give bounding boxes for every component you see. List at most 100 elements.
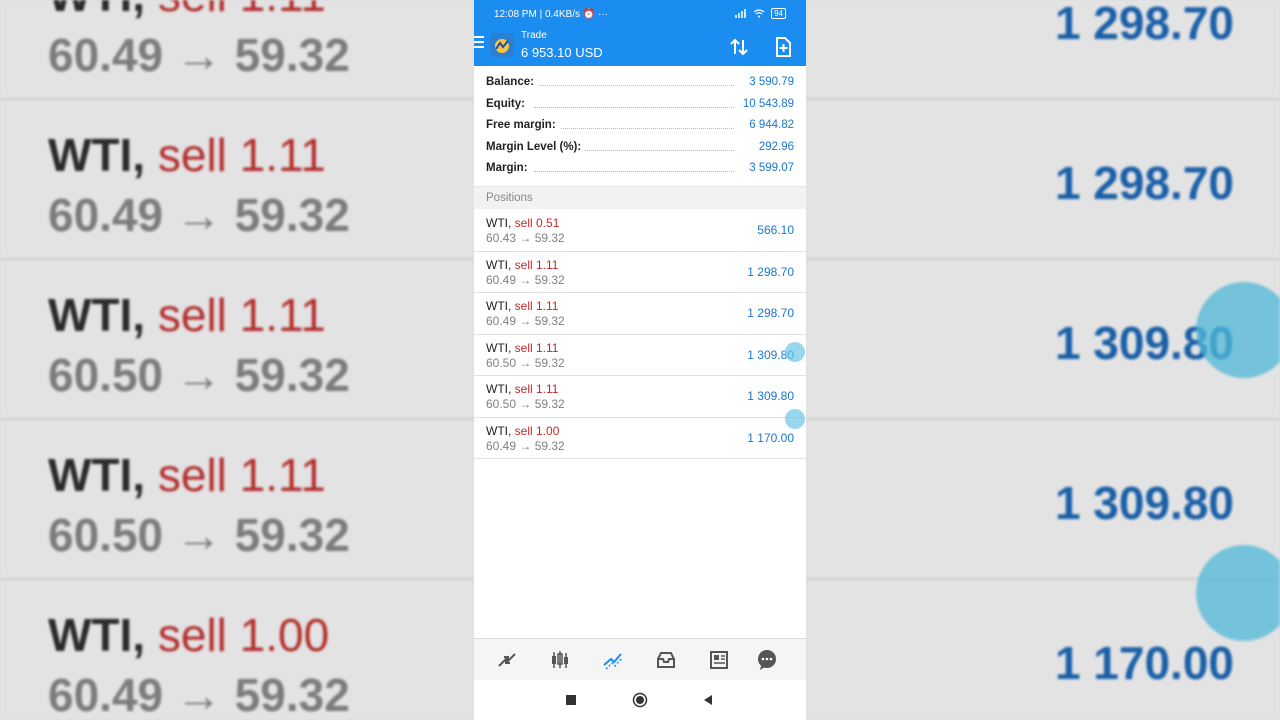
position-symbol: WTI, [486, 299, 512, 313]
bg-row: WTI, sell 1.00 60.49 → 59.32 [0, 580, 474, 720]
bottom-nav [474, 638, 806, 680]
summary-value: 6 944.82 [745, 119, 794, 131]
position-side: sell 1.11 [514, 257, 559, 272]
background-zoom-left: WTI, sell 1.11 60.49 → 59.32 WTI, sell 1… [0, 0, 474, 720]
position-prices: 60.49 → 59.32 [486, 438, 565, 453]
summary-value: 3 590.79 [745, 76, 794, 88]
summary-value: 3 599.07 [745, 162, 794, 174]
bg-row: WTI, sell 1.11 60.49 → 59.32 [0, 100, 474, 260]
position-row[interactable]: WTI, sell 0.51 60.43 → 59.32 566.10 [474, 210, 806, 252]
bg-side: sell 1.11 [157, 129, 326, 181]
summary-row-balance: Balance: 3 590.79 [474, 72, 806, 94]
chat-icon[interactable] [756, 649, 778, 671]
page-title: Trade [521, 30, 547, 41]
chart-icon[interactable] [549, 649, 571, 671]
bg-symbol: WTI, [48, 609, 146, 661]
positions-list: WTI, sell 0.51 60.43 → 59.32 566.10 WTI,… [474, 210, 806, 459]
position-symbol: WTI, [486, 423, 512, 438]
positions-header: Positions [474, 186, 806, 209]
menu-icon[interactable] [474, 36, 484, 48]
position-symbol: WTI, [486, 257, 512, 272]
summary-row-margin-level: Margin Level (%): 292.96 [474, 137, 806, 159]
summary-label: Equity: [486, 97, 529, 110]
bg-row: 1 298.70 [806, 100, 1280, 260]
position-prices: 60.43 → 59.32 [486, 231, 565, 245]
wifi-icon [753, 9, 765, 18]
status-text: 12:08 PM | 0.4KB/s [494, 9, 580, 20]
bg-side: sell 1.11 [158, 0, 326, 21]
summary-label: Free margin: [486, 119, 560, 131]
background-zoom-right: 1 298.70 1 298.70 1 309.80 1 309.80 1 17… [806, 0, 1280, 720]
alarm-icon: ⏰ [582, 9, 596, 20]
signal-icon [735, 9, 747, 18]
bg-profit: 1 170.00 [1054, 637, 1234, 689]
position-row[interactable]: WTI, sell 1.11 60.49 → 59.32 1 298.70 [474, 293, 806, 335]
phone-screen: 12:08 PM | 0.4KB/s ⏰ ··· 94 Trade 6 953.… [474, 0, 806, 720]
bg-symbol: WTI, [48, 449, 146, 501]
position-profit: 1 298.70 [747, 264, 794, 279]
recents-icon[interactable] [563, 692, 579, 708]
summary-row-equity: Equity: 10 543.89 [474, 94, 806, 116]
bg-symbol: WTI, [48, 0, 145, 21]
bg-side: sell 1.11 [157, 449, 326, 501]
new-order-icon[interactable] [772, 36, 794, 58]
summary-label: Balance: [486, 76, 538, 88]
summary-value: 10 543.89 [738, 97, 794, 110]
bg-symbol: WTI, [48, 289, 146, 341]
position-symbol: WTI, [486, 382, 512, 396]
system-nav [474, 680, 806, 720]
news-icon[interactable] [708, 649, 730, 671]
account-summary: Balance: 3 590.79 Equity: 10 543.89 Free m… [474, 72, 806, 180]
position-profit: 1 170.00 [747, 430, 794, 445]
bg-prices: 60.50 → 59.32 [48, 349, 350, 401]
bg-prices: 60.50 → 59.32 [48, 509, 350, 561]
sort-icon[interactable] [728, 36, 750, 58]
bg-profit: 1 298.70 [1054, 0, 1234, 49]
floating-bubble-icon[interactable] [785, 342, 805, 362]
more-notifications: ··· [598, 9, 608, 20]
bg-profit: 1 309.80 [1054, 477, 1234, 529]
status-icons: 94 [735, 8, 786, 19]
battery-icon: 94 [771, 8, 786, 19]
home-icon[interactable] [632, 692, 648, 708]
bg-row: WTI, sell 1.11 60.50 → 59.32 [0, 260, 474, 420]
bg-row: WTI, sell 1.11 60.49 → 59.32 [0, 0, 474, 100]
app-header: 12:08 PM | 0.4KB/s ⏰ ··· 94 Trade 6 953.… [474, 0, 806, 66]
position-side: sell 0.51 [514, 216, 560, 230]
summary-row-margin: Margin: 3 599.07 [474, 158, 806, 180]
summary-label: Margin Level (%): [486, 140, 586, 153]
section-title: Positions [486, 192, 533, 204]
position-row[interactable]: WTI, sell 1.11 60.50 → 59.32 1 309.80 [474, 376, 806, 418]
bg-side: sell 1.11 [157, 289, 326, 341]
position-side: sell 1.00 [514, 423, 560, 438]
trade-icon[interactable] [602, 649, 624, 671]
position-prices: 60.49 → 59.32 [486, 314, 565, 328]
bg-row: WTI, sell 1.11 60.50 → 59.32 [0, 420, 474, 580]
position-symbol: WTI, [486, 340, 512, 355]
header-balance: 6 953.10 USD [521, 45, 603, 60]
position-side: sell 1.11 [514, 382, 559, 396]
app-logo [490, 33, 514, 57]
position-profit: 1 309.80 [747, 389, 794, 403]
position-profit: 566.10 [757, 223, 794, 237]
position-row[interactable]: WTI, sell 1.11 60.49 → 59.32 1 298.70 [474, 252, 806, 293]
bg-prices: 60.49 → 59.32 [48, 669, 350, 720]
position-row[interactable]: WTI, sell 1.11 60.50 → 59.32 1 309.80 [474, 335, 806, 376]
position-symbol: WTI, [486, 216, 512, 230]
status-time: 12:08 PM | 0.4KB/s ⏰ ··· [494, 9, 608, 20]
back-icon[interactable] [700, 692, 716, 708]
position-side: sell 1.11 [514, 299, 559, 313]
summary-row-free-margin: Free margin: 6 944.82 [474, 115, 806, 137]
quotes-icon[interactable] [496, 649, 518, 671]
bg-side: sell 1.00 [157, 609, 330, 661]
summary-label: Margin: [486, 162, 532, 174]
bg-symbol: WTI, [48, 129, 146, 181]
position-profit: 1 298.70 [747, 306, 794, 320]
floating-bubble-icon[interactable] [785, 409, 805, 429]
bg-row: 1 298.70 [806, 0, 1280, 100]
position-side: sell 1.11 [514, 340, 559, 355]
history-icon[interactable] [655, 649, 677, 671]
position-row[interactable]: WTI, sell 1.00 60.49 → 59.32 1 170.00 [474, 418, 806, 459]
bg-prices: 60.49 → 59.32 [48, 29, 350, 81]
bg-profit: 1 298.70 [1054, 157, 1234, 209]
